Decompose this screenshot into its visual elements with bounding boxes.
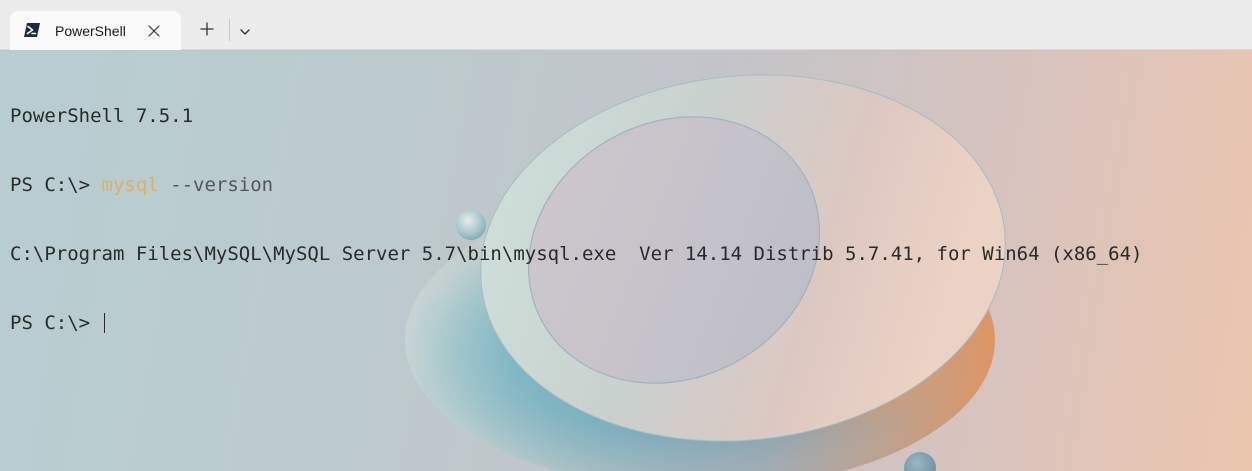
tab-separator — [229, 19, 230, 41]
version-banner: PowerShell 7.5.1 — [10, 105, 194, 127]
command-output: C:\Program Files\MySQL\MySQL Server 5.7\… — [10, 243, 1143, 265]
new-tab-button[interactable] — [193, 16, 221, 44]
command-args: --version — [158, 174, 274, 196]
prompt: PS C:\> — [10, 312, 102, 334]
terminal-pane[interactable]: PowerShell 7.5.1 PS C:\> mysql --version… — [0, 50, 1252, 471]
terminal-line: C:\Program Files\MySQL\MySQL Server 5.7\… — [10, 243, 1142, 266]
terminal-output: PowerShell 7.5.1 PS C:\> mysql --version… — [10, 59, 1142, 381]
terminal-window: PowerShell PowerShell 7.5.1 PS C:\> mysq… — [0, 0, 1252, 471]
profile-dropdown-button[interactable] — [234, 18, 256, 42]
powershell-icon — [23, 22, 41, 38]
terminal-line: PS C:\> mysql --version — [10, 174, 1142, 197]
chevron-down-icon — [239, 21, 251, 40]
terminal-line: PowerShell 7.5.1 — [10, 105, 1142, 128]
prompt: PS C:\> — [10, 174, 102, 196]
tab-strip: PowerShell — [0, 0, 1252, 50]
text-cursor — [103, 313, 106, 333]
terminal-line: PS C:\> — [10, 312, 1142, 335]
command-name: mysql — [101, 174, 159, 196]
plus-icon — [200, 21, 214, 40]
tab-title: PowerShell — [55, 23, 126, 39]
tab-powershell[interactable]: PowerShell — [10, 11, 181, 50]
close-icon[interactable] — [146, 23, 162, 39]
